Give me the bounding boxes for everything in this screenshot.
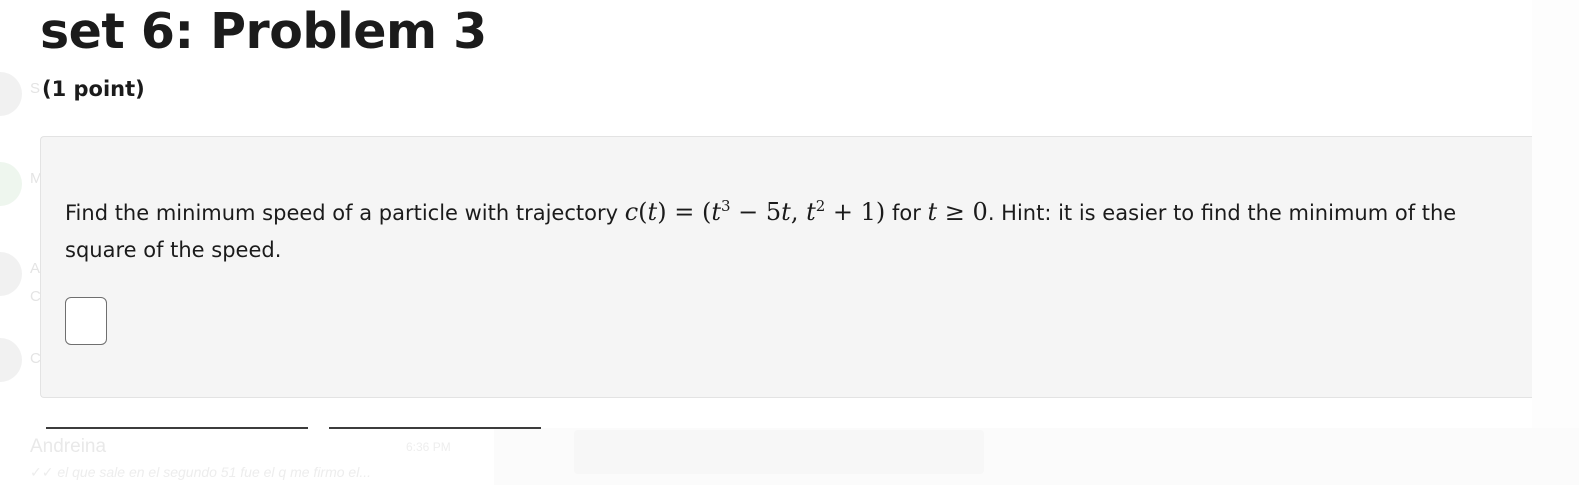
problem-points: (1 point): [42, 77, 145, 101]
page: S M A C C Andreina 6:36 PM ✓✓ el que sal…: [0, 0, 1579, 485]
background-avatar: [0, 252, 22, 296]
background-chat-bubble: [574, 430, 984, 474]
background-letter: S: [30, 80, 41, 97]
submit-button-edge[interactable]: [46, 427, 308, 429]
background-chat-preview: ✓✓ el que sale en el segundo 51 fue el q…: [30, 464, 371, 480]
problem-text-for: for: [885, 201, 928, 225]
problem-statement: Find the minimum speed of a particle wit…: [65, 194, 1505, 269]
background-avatar: [0, 162, 22, 206]
problem-text-before: Find the minimum speed of a particle wit…: [65, 201, 625, 225]
background-chat-list: S M A C C: [0, 0, 43, 485]
problem-box: Find the minimum speed of a particle wit…: [40, 136, 1532, 398]
trajectory-formula: c(t) = (t3 − 5t, t2 + 1): [624, 197, 886, 226]
problem-title: set 6: Problem 3: [40, 3, 487, 60]
background-avatar: [0, 72, 22, 116]
background-avatar: [0, 338, 22, 382]
background-chat-name: Andreina: [30, 436, 107, 457]
background-letter: A: [30, 260, 41, 277]
background-chat-time: 6:36 PM: [406, 440, 451, 454]
answer-input[interactable]: [65, 297, 107, 345]
preview-button-edge[interactable]: [329, 427, 541, 429]
background-chat-item: Andreina 6:36 PM ✓✓ el que sale en el se…: [30, 434, 470, 485]
background-right-panel: [1532, 0, 1579, 485]
domain-condition: t ≥ 0: [927, 198, 988, 226]
